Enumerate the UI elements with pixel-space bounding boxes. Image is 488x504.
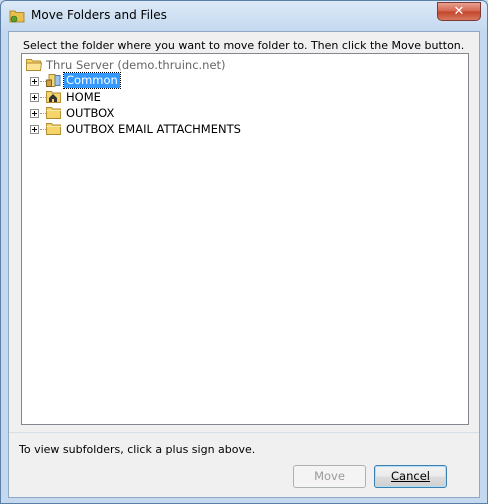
expand-toggle[interactable] [30,93,39,102]
expand-toggle[interactable] [30,109,39,118]
hint-text: To view subfolders, click a plus sign ab… [19,443,256,456]
tree-item-common[interactable]: Common [30,72,330,89]
tree-item-label: Common [63,72,121,89]
tree-root[interactable]: Thru Server (demo.thruinc.net) [26,57,326,73]
home-folder-icon [46,91,61,103]
move-dialog-window: Move Folders and Files ✕ Select the fold… [0,0,488,504]
tree-item-outbox-email-attachments[interactable]: OUTBOX EMAIL ATTACHMENTS [30,121,330,137]
folder-tree[interactable]: Thru Server (demo.thruinc.net) Common HO… [21,53,469,425]
shared-folder-icon [46,74,61,87]
tree-item-label: HOME [66,90,101,104]
move-button[interactable]: Move [293,465,366,488]
tree-root-label: Thru Server (demo.thruinc.net) [46,58,226,72]
cancel-button-label: Cancel [391,469,430,483]
folder-icon [46,107,62,119]
cancel-button[interactable]: Cancel [374,465,447,488]
folder-icon [46,123,62,135]
window-title: Move Folders and Files [31,8,167,22]
tree-item-label: OUTBOX [66,106,115,120]
folder-open-icon [26,59,42,71]
divider [9,432,479,433]
expand-toggle[interactable] [30,125,39,134]
close-button[interactable]: ✕ [437,2,481,21]
tree-item-outbox[interactable]: OUTBOX [30,105,330,121]
tree-item-home[interactable]: HOME [30,89,330,105]
move-button-label: Move [314,469,345,483]
folder-app-icon [9,10,25,23]
title-bar[interactable]: Move Folders and Files ✕ [1,1,487,31]
instruction-text: Select the folder where you want to move… [23,39,465,52]
tree-item-label: OUTBOX EMAIL ATTACHMENTS [66,122,241,136]
expand-toggle[interactable] [30,77,39,86]
dialog-body: Select the folder where you want to move… [8,31,480,498]
